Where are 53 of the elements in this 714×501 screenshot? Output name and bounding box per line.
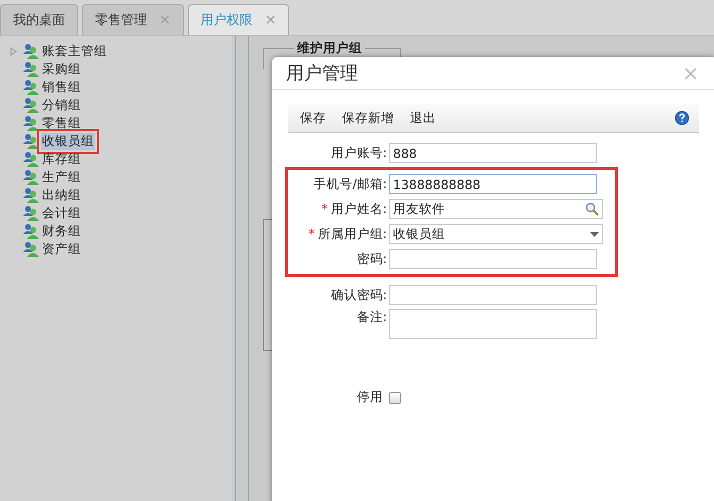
dialog-title: 用户管理 xyxy=(286,62,358,85)
search-field[interactable]: 用友软件 xyxy=(389,199,603,219)
users-icon xyxy=(22,61,40,77)
users-icon xyxy=(22,169,40,185)
tab[interactable]: 零售管理 × xyxy=(82,4,184,35)
users-icon xyxy=(22,133,40,149)
checkbox-label: 停用 xyxy=(357,389,383,406)
tree-item[interactable]: 销售组 xyxy=(41,78,82,96)
users-icon xyxy=(22,79,40,95)
users-icon xyxy=(22,223,40,239)
required-mark: * xyxy=(308,226,315,240)
users-icon xyxy=(22,151,40,167)
toolbar-button[interactable]: 保存新增 xyxy=(336,110,400,126)
tree-item[interactable]: 资产组 xyxy=(41,240,82,258)
text-area[interactable] xyxy=(389,309,597,339)
tab[interactable]: 我的桌面 xyxy=(0,4,78,35)
tree-item[interactable]: 零售组 xyxy=(41,114,82,132)
tree-item[interactable]: 会计组 xyxy=(41,204,82,222)
field-label: 确认密码: xyxy=(330,286,387,302)
users-icon xyxy=(22,115,40,131)
search-icon[interactable] xyxy=(585,202,599,216)
input-field[interactable]: 888 xyxy=(389,143,597,163)
field-label: 手机号/邮箱: xyxy=(314,176,387,190)
tree-item[interactable]: 分销组 xyxy=(41,96,82,114)
input-field[interactable] xyxy=(389,285,597,305)
tree-item[interactable]: 出纳组 xyxy=(41,186,82,204)
field-label: 用户姓名: xyxy=(330,200,387,216)
checkbox[interactable] xyxy=(389,392,401,404)
expand-icon[interactable] xyxy=(10,46,17,56)
tree-item[interactable]: 生产组 xyxy=(41,168,82,186)
users-icon xyxy=(22,97,40,113)
input-field[interactable]: 13888888888 xyxy=(389,174,597,194)
tree-item[interactable]: 收银员组 xyxy=(41,132,95,150)
tree-item[interactable]: 库存组 xyxy=(41,150,82,168)
required-mark: * xyxy=(322,200,328,216)
field-label: 密码: xyxy=(356,250,387,266)
caret-icon xyxy=(590,232,599,236)
input-field[interactable] xyxy=(389,249,597,269)
users-icon xyxy=(22,43,40,59)
users-icon xyxy=(22,205,40,221)
field-label: 所属用户组: xyxy=(318,226,387,240)
field-label: 用户账号: xyxy=(330,144,387,160)
tree-item[interactable]: 账套主管组 xyxy=(41,42,108,60)
toolbar-button[interactable]: 保存 xyxy=(294,110,332,126)
tree-item[interactable]: 采购组 xyxy=(41,60,82,78)
users-icon xyxy=(22,187,40,203)
panel-title: 维护用户组 xyxy=(294,40,365,57)
help-icon[interactable] xyxy=(675,111,689,125)
users-icon xyxy=(22,241,40,257)
dropdown[interactable]: 收银员组 xyxy=(389,224,603,244)
tree-item[interactable]: 财务组 xyxy=(41,222,82,240)
field-label: 备注: xyxy=(356,309,387,324)
toolbar-button[interactable]: 退出 xyxy=(404,110,442,126)
